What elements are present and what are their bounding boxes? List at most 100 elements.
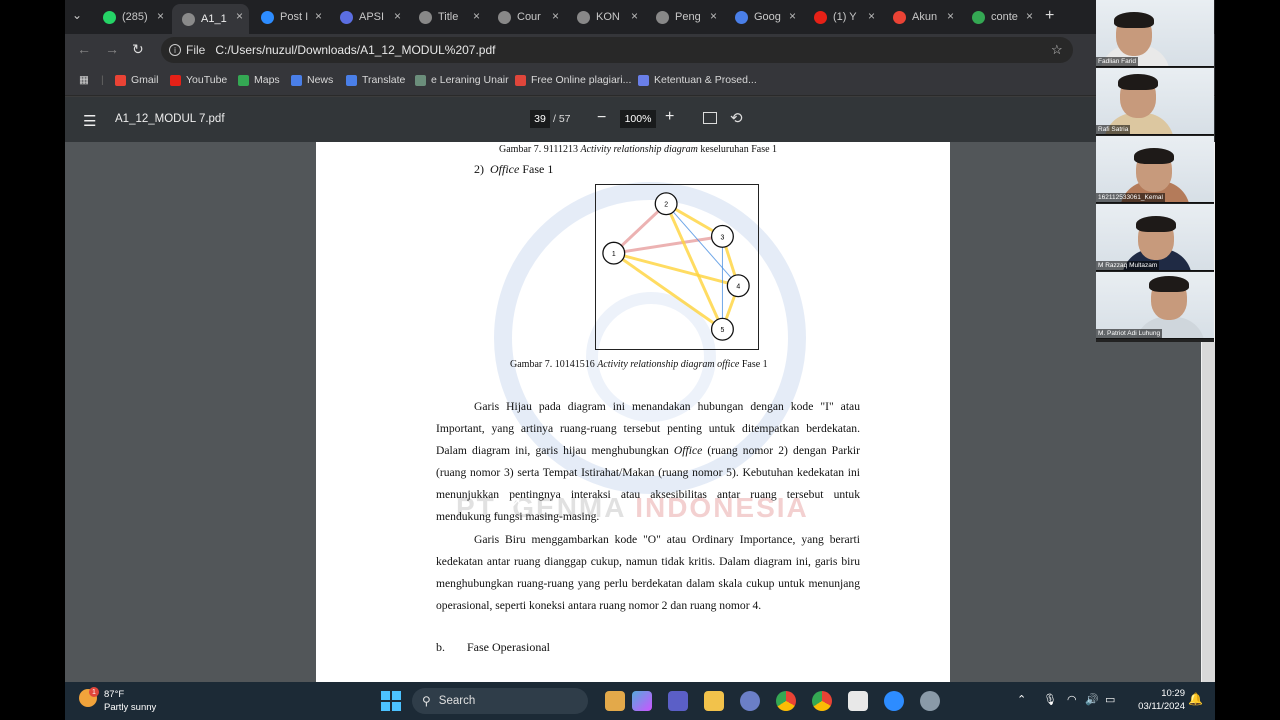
zoom-app-icon[interactable] bbox=[884, 691, 904, 711]
close-tab-icon[interactable]: × bbox=[473, 9, 480, 23]
browser-tab[interactable]: globe-icon A1_1 × bbox=[172, 4, 249, 34]
close-tab-icon[interactable]: × bbox=[789, 9, 796, 23]
menu-icon[interactable]: ☰ bbox=[83, 112, 96, 130]
browser-window: ⌄ whatsapp-icon(285)×globe-iconA1_1×zoom… bbox=[65, 0, 1215, 682]
close-tab-icon[interactable]: × bbox=[947, 9, 954, 23]
weather-condition: Partly sunny bbox=[104, 702, 157, 713]
tab-favicon: globe-icon bbox=[182, 12, 195, 26]
participant-hair bbox=[1114, 12, 1154, 28]
diagram-node-label: 5 bbox=[721, 327, 725, 334]
bookmark-item[interactable]: Ketentuan & Prosed... bbox=[638, 74, 757, 86]
bookmark-favicon bbox=[346, 74, 357, 86]
close-tab-icon[interactable]: × bbox=[868, 9, 875, 23]
close-tab-icon[interactable]: × bbox=[710, 9, 717, 23]
chrome-icon[interactable] bbox=[776, 691, 796, 711]
new-tab-plus-icon[interactable]: + bbox=[1045, 7, 1054, 25]
app-r-icon[interactable] bbox=[740, 691, 760, 711]
browser-tab[interactable]: globe-icon KON × bbox=[567, 4, 644, 30]
bookmark-item[interactable]: YouTube bbox=[170, 74, 227, 86]
close-tab-icon[interactable]: × bbox=[315, 9, 322, 23]
close-tab-icon[interactable]: × bbox=[157, 9, 164, 23]
battery-icon[interactable]: ▭ bbox=[1105, 693, 1115, 706]
pdf-viewer[interactable]: PT. GENMA INDONESIA Gambar 7. 9111213 Ac… bbox=[65, 142, 1215, 682]
taskbar-clock[interactable]: 10:29 03/11/2024 bbox=[1129, 687, 1185, 713]
notification-bell-icon[interactable]: 🔔 bbox=[1188, 692, 1203, 706]
relationship-line bbox=[613, 251, 739, 288]
bookmark-star-icon[interactable]: ☆ bbox=[1051, 42, 1063, 58]
browser-tab[interactable]: gmail-icon Akun × bbox=[883, 4, 960, 30]
browser-tab[interactable]: google-icon conte × bbox=[962, 4, 1039, 30]
diagram-node: 2 bbox=[654, 192, 678, 216]
browser-tab[interactable]: globe-icon Peng × bbox=[646, 4, 723, 30]
address-bar[interactable]: i File C:/Users/nuzul/Downloads/A1_12_MO… bbox=[161, 37, 1073, 63]
fit-page-icon[interactable] bbox=[703, 112, 717, 124]
browser-tab[interactable]: youtube-icon (1) Y × bbox=[804, 4, 881, 30]
diagram-node: 3 bbox=[710, 224, 734, 248]
figure-caption: Gambar 7. 10141516 Activity relationship… bbox=[510, 359, 768, 370]
file-explorer-icon[interactable] bbox=[704, 691, 724, 711]
back-arrow-icon[interactable]: ← bbox=[77, 41, 91, 57]
chevron-up-icon[interactable]: ⌃ bbox=[1017, 693, 1026, 706]
tab-search-chevron-icon[interactable]: ⌄ bbox=[72, 8, 82, 22]
taskbar-app-widget-icon[interactable] bbox=[605, 691, 625, 711]
rotate-icon[interactable]: ⟲ bbox=[730, 109, 743, 127]
bookmark-label: Maps bbox=[254, 74, 280, 86]
close-tab-icon[interactable]: × bbox=[1026, 9, 1033, 23]
settings-gear-icon[interactable] bbox=[920, 691, 940, 711]
bookmark-item[interactable]: Maps bbox=[238, 74, 280, 86]
info-icon[interactable]: i bbox=[169, 44, 181, 56]
close-tab-icon[interactable]: × bbox=[394, 9, 401, 23]
bookmark-favicon bbox=[291, 74, 302, 86]
snipping-tool-icon[interactable] bbox=[848, 691, 868, 711]
apps-grid-icon[interactable]: ▦ bbox=[79, 74, 89, 86]
start-windows-icon[interactable] bbox=[381, 691, 401, 711]
close-tab-icon[interactable]: × bbox=[552, 9, 559, 23]
wifi-icon[interactable]: ◠ bbox=[1067, 693, 1077, 706]
bookmark-label: News bbox=[307, 74, 334, 86]
chrome-profile-icon[interactable] bbox=[812, 691, 832, 711]
browser-tab[interactable]: whatsapp-icon (285) × bbox=[93, 4, 170, 30]
zoom-out-icon[interactable]: − bbox=[597, 109, 606, 127]
zoom-in-icon[interactable]: + bbox=[665, 108, 674, 126]
bookmark-favicon bbox=[115, 74, 126, 86]
bookmark-item[interactable]: Gmail bbox=[115, 74, 158, 86]
participant-tile[interactable]: M Razzaq Multazam bbox=[1096, 204, 1214, 271]
participant-hair bbox=[1134, 148, 1174, 164]
taskbar-search[interactable]: ⚲ Search bbox=[412, 688, 588, 714]
browser-tab[interactable]: google-docs-icon Goog × bbox=[725, 4, 802, 30]
page-number-input[interactable]: 39 bbox=[530, 110, 550, 128]
bookmark-item[interactable]: Free Online plagiari... bbox=[515, 74, 631, 86]
url-text[interactable]: C:/Users/nuzul/Downloads/A1_12_MODUL%207… bbox=[215, 43, 495, 57]
browser-tab[interactable]: shield-icon APSI × bbox=[330, 4, 407, 30]
bookmark-item[interactable]: News bbox=[291, 74, 333, 86]
close-tab-icon[interactable]: × bbox=[631, 9, 638, 23]
bookmark-label: Gmail bbox=[131, 74, 159, 86]
bookmark-label: Ketentuan & Prosed... bbox=[654, 74, 757, 86]
forward-arrow-icon[interactable]: → bbox=[105, 41, 119, 57]
weather-widget[interactable]: 1 87°F Partly sunny bbox=[79, 687, 169, 715]
file-scheme-label: File bbox=[186, 43, 206, 57]
participant-tile[interactable]: Rafi Satria bbox=[1096, 68, 1214, 135]
zoom-input[interactable]: 100% bbox=[620, 110, 656, 128]
tab-strip: ⌄ whatsapp-icon(285)×globe-iconA1_1×zoom… bbox=[65, 0, 1215, 34]
participant-name: Fadlian Farid bbox=[1096, 57, 1138, 66]
tab-label: conte bbox=[991, 11, 1018, 23]
bookmark-item[interactable]: Translate bbox=[346, 74, 405, 86]
browser-tab[interactable]: notion-icon Title × bbox=[409, 4, 486, 30]
copilot-icon[interactable] bbox=[632, 691, 652, 711]
volume-icon[interactable]: 🔊 bbox=[1085, 693, 1099, 706]
participant-tile[interactable]: M. Patriot Adi Luhung bbox=[1096, 272, 1214, 339]
participant-name: M Razzaq Multazam bbox=[1096, 261, 1160, 270]
browser-tab[interactable]: zoom-icon Post I × bbox=[251, 4, 328, 30]
bookmark-item[interactable]: e Leraning Unair bbox=[415, 74, 509, 86]
bookmarks-bar: ▦ | Gmail YouTube Maps News Translate e Leran… bbox=[65, 66, 1215, 96]
microphone-icon[interactable]: 🎙 bbox=[1043, 693, 1057, 706]
browser-tab[interactable]: course-icon Cour × bbox=[488, 4, 565, 30]
teams-icon[interactable] bbox=[668, 691, 688, 711]
close-tab-icon[interactable]: × bbox=[236, 9, 243, 23]
reload-icon[interactable]: ↻ bbox=[132, 41, 144, 58]
tab-label: Akun bbox=[912, 11, 938, 23]
participant-tile[interactable]: 162112533061_Kemal bbox=[1096, 136, 1214, 203]
tab-label: Post I bbox=[280, 11, 309, 23]
participant-tile[interactable]: Fadlian Farid bbox=[1096, 0, 1214, 67]
